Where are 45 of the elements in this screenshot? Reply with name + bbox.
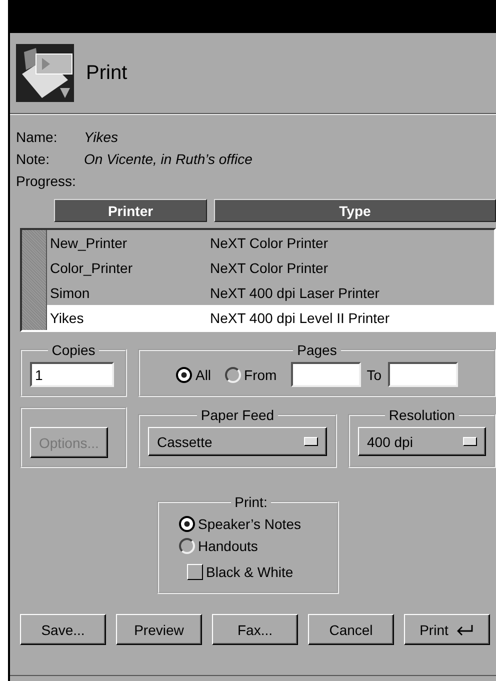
- dialog-button[interactable]: Fax...: [212, 614, 298, 645]
- popup-icon: [463, 437, 477, 446]
- table-cell-text: NeXT Color Printer: [210, 234, 330, 250]
- column-header[interactable]: Type: [214, 199, 496, 222]
- radio-button[interactable]: From: [225, 366, 277, 382]
- table-cell-text: New_Printer: [50, 234, 128, 250]
- printer-row[interactable]: Color_Printer NeXT Color Printer: [47, 255, 494, 280]
- group-title: Paper Feed: [200, 407, 276, 423]
- field-label: Progress:: [16, 172, 77, 191]
- column-header[interactable]: Printer: [54, 199, 207, 222]
- radio-button[interactable]: All: [176, 366, 212, 382]
- field-label: Note:: [16, 150, 50, 169]
- table-cell-text: NeXT Color Printer: [210, 260, 330, 276]
- field-label: Name:: [16, 128, 58, 147]
- checkbox[interactable]: Black & White: [187, 564, 315, 580]
- copies-field[interactable]: 1: [30, 362, 114, 387]
- printer-row[interactable]: Yikes NeXT 400 dpi Level II Printer: [47, 305, 494, 330]
- dialog-button[interactable]: Cancel: [308, 614, 394, 645]
- field-value: On Vicente, in Ruth’s office: [84, 150, 252, 169]
- field-label: To: [366, 366, 382, 382]
- resolution-popup[interactable]: 400 dpi: [358, 427, 486, 456]
- dialog-button[interactable]: Save...: [20, 614, 106, 645]
- dialog-button[interactable]: Print: [404, 614, 490, 645]
- paper-feed-popup[interactable]: Cassette: [148, 427, 327, 456]
- printer-row[interactable]: New_Printer NeXT Color Printer: [47, 230, 494, 255]
- printer-app-icon: [16, 44, 74, 102]
- group-title: Pages: [296, 342, 338, 358]
- printer-row[interactable]: Simon NeXT 400 dpi Laser Printer: [47, 280, 494, 305]
- table-cell-text: NeXT 400 dpi Laser Printer: [210, 284, 380, 300]
- popup-icon: [304, 437, 318, 446]
- dialog-button[interactable]: Preview: [116, 614, 202, 645]
- table-cell-text: NeXT 400 dpi Level II Printer: [210, 310, 391, 326]
- table-cell-text: Simon: [50, 284, 91, 300]
- field-value: Yikes: [84, 128, 119, 147]
- radio-button[interactable]: Speaker’s Notes: [179, 516, 315, 532]
- group-title: Print:: [234, 494, 268, 510]
- group-title: Resolution: [388, 407, 456, 423]
- group-title: Copies: [50, 342, 96, 358]
- return-icon: [456, 624, 474, 636]
- table-cell-text: Yikes: [50, 310, 85, 326]
- radio-button[interactable]: Handouts: [179, 538, 315, 554]
- to-field[interactable]: [388, 362, 458, 387]
- window-title: Print: [86, 62, 128, 84]
- from-field[interactable]: [290, 362, 361, 387]
- table-cell-text: Color_Printer: [50, 260, 134, 276]
